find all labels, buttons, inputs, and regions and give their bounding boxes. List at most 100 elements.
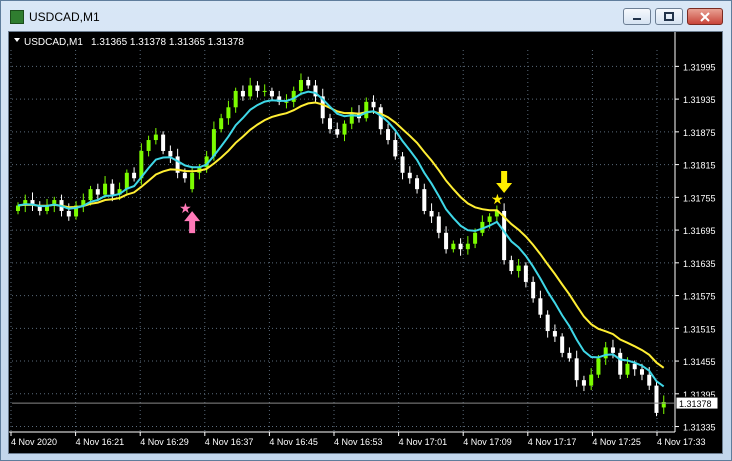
candle (30, 192, 35, 211)
candle (494, 205, 499, 222)
sell-arrow-shape (496, 170, 513, 193)
time-tick-label: 4 Nov 17:01 (399, 437, 448, 447)
candle (219, 113, 224, 133)
candle-body (473, 232, 478, 244)
candle (545, 310, 550, 338)
candle-body (632, 363, 637, 370)
price-tick-label: 1.31635 (683, 259, 716, 269)
candle (523, 262, 528, 288)
time-tick-label: 4 Nov 2020 (11, 437, 57, 447)
candle-body (509, 260, 514, 272)
candle-body (306, 80, 311, 86)
candle (480, 215, 485, 237)
candle (429, 203, 434, 223)
candle-body (364, 101, 369, 119)
time-tick-label: 4 Nov 16:37 (205, 437, 254, 447)
candle-body (415, 178, 420, 190)
dropdown-triangle-icon[interactable] (14, 38, 20, 42)
candle-body (168, 150, 173, 157)
candle (465, 236, 470, 255)
price-tick-label: 1.31695 (683, 226, 716, 236)
candle-body (581, 380, 586, 386)
candle (153, 128, 158, 145)
price-tick-label: 1.31335 (683, 423, 716, 433)
candle (618, 348, 623, 380)
candle-body (465, 243, 470, 250)
candle-body (400, 156, 405, 173)
candle-body (618, 352, 623, 375)
candle-body (262, 90, 267, 92)
candle (400, 152, 405, 180)
candle-body (161, 134, 166, 151)
candle (386, 123, 391, 145)
time-tick-label: 4 Nov 17:17 (528, 437, 577, 447)
candle-body (233, 90, 238, 108)
time-tick-label: 4 Nov 17:33 (657, 437, 706, 447)
chart-canvas[interactable]: ★ ★ 1.31995 1.31935 1.31875 1.31815 1.31755 1.… (9, 32, 722, 453)
candle (146, 135, 151, 157)
price-tick-label: 1.31755 (683, 193, 716, 203)
ma-fast-line (17, 90, 665, 388)
candle-body (371, 101, 376, 108)
price-tick-label: 1.31515 (683, 324, 716, 334)
candle-body (436, 216, 441, 233)
time-tick-label: 4 Nov 16:21 (76, 437, 125, 447)
chart-header: USDCAD,M1 1.31365 1.31378 1.31365 1.3137… (14, 37, 244, 48)
candle (298, 73, 303, 96)
candle-body (386, 129, 391, 141)
candle (277, 90, 282, 106)
candle (335, 122, 340, 138)
candle-body (110, 183, 115, 195)
close-button[interactable] (687, 8, 723, 25)
candle-body (603, 347, 608, 359)
candle-body (66, 210, 71, 217)
minimize-button[interactable] (623, 8, 651, 25)
candle-body (291, 90, 296, 102)
price-chart[interactable]: ★ ★ 1.31995 1.31935 1.31875 1.31815 1.31755 1.… (8, 31, 723, 454)
candle-body (219, 118, 224, 130)
candle-body (531, 281, 536, 299)
candle-body (516, 265, 521, 272)
candle (16, 202, 20, 215)
sell-arrow-icon (496, 170, 513, 193)
candle (269, 87, 274, 101)
candle (262, 84, 267, 97)
candle (538, 290, 543, 318)
candle (654, 381, 659, 417)
window-title: USDCAD,M1 (29, 10, 100, 24)
candle (436, 212, 441, 239)
candle-body (444, 232, 449, 250)
candle-body (153, 134, 158, 141)
candle-body (132, 172, 137, 179)
candle (458, 238, 463, 256)
candle (103, 176, 108, 198)
time-tick-label: 4 Nov 17:09 (463, 437, 512, 447)
candle-body (567, 352, 572, 359)
candle (451, 240, 456, 253)
candle-body (560, 336, 565, 353)
candle-body (538, 298, 543, 315)
candle-body (407, 172, 412, 179)
maximize-button[interactable] (655, 8, 683, 25)
candle-body (610, 347, 615, 353)
title-bar[interactable]: USDCAD,M1 (1, 1, 731, 31)
buy-star-icon: ★ (179, 200, 192, 216)
candle (110, 179, 115, 202)
chart-icon (10, 10, 24, 24)
candle (168, 145, 173, 163)
candle-body (589, 374, 594, 386)
candle-body (545, 314, 550, 332)
candle-body (639, 369, 644, 375)
candle (567, 347, 572, 362)
ohlc-readout: 1.31365 1.31378 1.31365 1.31378 (91, 37, 244, 48)
candle (37, 201, 42, 216)
candle-body (95, 189, 100, 195)
time-tick-label: 4 Nov 16:53 (334, 437, 383, 447)
price-tick-label: 1.31875 (683, 128, 716, 138)
price-tick-label: 1.31575 (683, 292, 716, 302)
maximize-icon (664, 11, 674, 21)
candle (393, 132, 398, 160)
candle-body (523, 265, 528, 282)
candle-body (226, 107, 231, 119)
candle-body (88, 189, 93, 201)
